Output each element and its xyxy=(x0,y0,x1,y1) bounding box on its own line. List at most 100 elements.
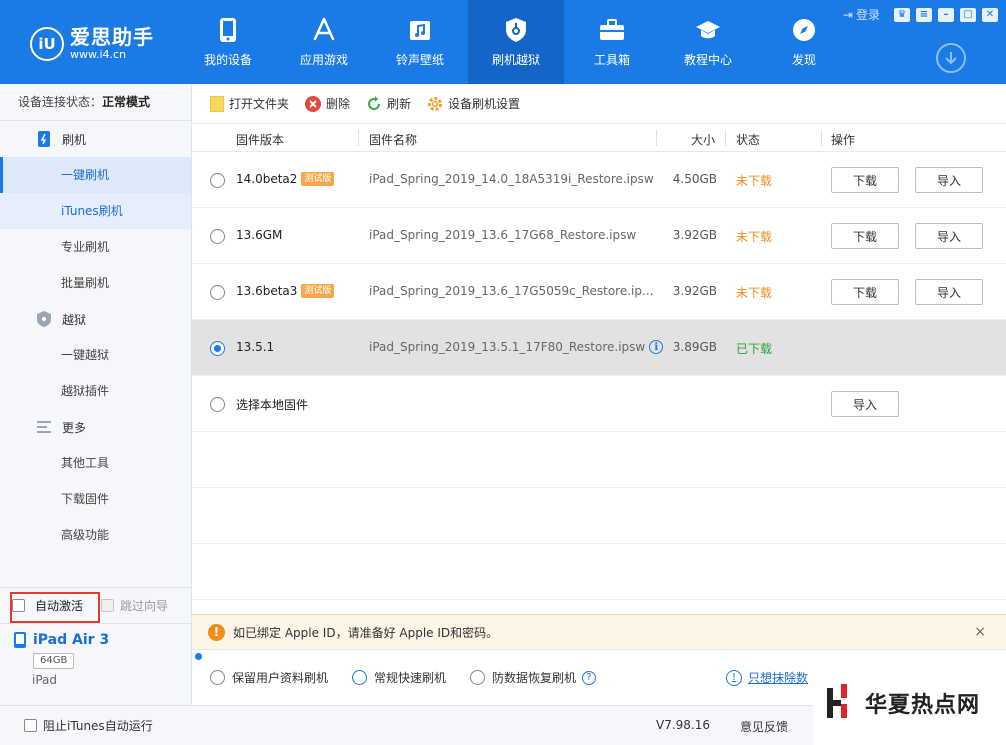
firmware-version: 13.5.1 xyxy=(236,340,275,354)
sidebar-item-jailbreak-plugins[interactable]: 越狱插件 xyxy=(0,373,191,409)
shield-icon xyxy=(503,17,529,43)
delete-icon xyxy=(305,95,322,112)
erase-only-link[interactable]: ! 只想抹除数 xyxy=(726,669,808,686)
menu-icon[interactable]: ≡ xyxy=(916,7,932,22)
sidebar-item-pro-flash[interactable]: 专业刷机 xyxy=(0,229,191,265)
minimize-icon[interactable]: – xyxy=(938,7,954,22)
firmware-version: 13.6beta3 xyxy=(236,284,298,298)
empty-rows xyxy=(192,432,1006,614)
device-name: iPad Air 3 xyxy=(33,632,110,648)
col-ops: 操作 xyxy=(831,133,856,147)
download-button[interactable]: 下载 xyxy=(831,167,899,193)
watermark-text: 华夏热点网 xyxy=(865,693,981,718)
firmware-name: iPad_Spring_2019_13.5.1_17F80_Restore.ip… xyxy=(369,340,646,354)
radio-anti-recovery[interactable] xyxy=(470,670,486,685)
open-folder-button[interactable]: 打开文件夹 xyxy=(210,95,289,112)
skip-guide-option[interactable]: 跳过向导 xyxy=(101,597,168,614)
skin-icon[interactable]: ♛ xyxy=(894,7,910,22)
sidebar-item-other-tools[interactable]: 其他工具 xyxy=(0,445,191,481)
highlight-box xyxy=(10,592,100,623)
firmware-radio[interactable] xyxy=(210,285,225,300)
mode-keep-data[interactable]: 保留用户资料刷机 xyxy=(210,669,328,686)
nav-my-device[interactable]: 我的设备 xyxy=(180,0,276,84)
help-icon[interactable]: ? xyxy=(582,670,597,685)
music-folder-icon xyxy=(407,17,433,43)
table-row-selected[interactable]: 13.5.1 iPad_Spring_2019_13.5.1_17F80_Res… xyxy=(192,320,1006,376)
local-firmware-radio[interactable] xyxy=(210,397,225,412)
toolbox-icon xyxy=(599,17,625,43)
refresh-button[interactable]: 刷新 xyxy=(366,95,411,112)
nav-toolbox[interactable]: 工具箱 xyxy=(564,0,660,84)
sidebar-group-flash[interactable]: 刷机 xyxy=(0,121,191,157)
firmware-radio[interactable] xyxy=(210,341,225,356)
apple-id-notice: ! 如已绑定 Apple ID，请准备好 Apple ID和密码。 × xyxy=(192,614,1006,649)
import-button[interactable]: 导入 xyxy=(915,167,983,193)
sidebar-group-jailbreak[interactable]: 越狱 xyxy=(0,301,191,337)
login-button[interactable]: ⇥ 登录 xyxy=(843,6,880,23)
login-icon: ⇥ xyxy=(842,7,853,22)
nav-discover[interactable]: 发现 xyxy=(756,0,852,84)
sidebar-item-advanced[interactable]: 高级功能 xyxy=(0,517,191,553)
table-row[interactable]: 13.6GM iPad_Spring_2019_13.6_17G68_Resto… xyxy=(192,208,1006,264)
app-title: 爱思助手 xyxy=(70,25,154,49)
firmware-name: iPad_Spring_2019_14.0_18A5319i_Restore.i… xyxy=(369,172,654,186)
block-itunes-checkbox[interactable] xyxy=(24,719,37,732)
notice-close-icon[interactable]: × xyxy=(974,624,986,640)
delete-button[interactable]: 删除 xyxy=(305,95,350,112)
sidebar-item-itunes-flash[interactable]: iTunes刷机 xyxy=(0,193,191,229)
warning-icon: ! xyxy=(208,623,225,641)
skip-guide-checkbox[interactable] xyxy=(101,599,115,612)
table-header: 固件版本 固件名称 大小 状态 操作 xyxy=(192,124,1006,152)
device-capacity-badge: 64GB xyxy=(33,653,75,669)
window-controls: ⇥ 登录 ♛ ≡ – □ ✕ xyxy=(843,6,998,23)
download-button[interactable]: 下载 xyxy=(831,223,899,249)
import-button[interactable]: 导入 xyxy=(915,279,983,305)
firmware-status: 未下载 xyxy=(736,174,773,188)
maximize-icon[interactable]: □ xyxy=(960,7,976,22)
import-button[interactable]: 导入 xyxy=(915,223,983,249)
sidebar-item-one-click-flash[interactable]: 一键刷机 xyxy=(0,157,191,193)
nav-flash-jailbreak[interactable]: 刷机越狱 xyxy=(468,0,564,84)
col-name: 固件名称 xyxy=(369,133,418,147)
main-nav: 我的设备 应用游戏 铃声壁纸 刷机越狱 工具箱 教程中心 发现 xyxy=(180,0,852,84)
logo-mark-icon: iU xyxy=(30,26,64,61)
firmware-status: 未下载 xyxy=(736,230,773,244)
table-row[interactable]: 13.6beta3 测试版 iPad_Spring_2019_13.6_17G50… xyxy=(192,264,1006,320)
app-url: www.i4.cn xyxy=(70,48,127,61)
firmware-size: 3.92GB xyxy=(672,228,717,242)
sidebar-group-more[interactable]: 更多 xyxy=(0,409,191,445)
device-info: iPad Air 3 64GB iPad xyxy=(0,623,191,705)
sidebar-item-one-click-jailbreak[interactable]: 一键越狱 xyxy=(0,337,191,373)
local-firmware-row[interactable]: 选择本地固件 导入 xyxy=(192,376,1006,432)
radio-quick-flash[interactable] xyxy=(352,670,368,685)
feedback-link[interactable]: 意见反馈 xyxy=(740,718,788,735)
info-circle-icon: ! xyxy=(726,669,742,686)
mode-anti-recovery[interactable]: 防数据恢复刷机 ? xyxy=(470,669,597,686)
jailbreak-icon xyxy=(36,311,52,327)
download-button[interactable]: 下载 xyxy=(831,279,899,305)
firmware-name: iPad_Spring_2019_13.6_17G5059c_Restore.i… xyxy=(369,284,654,298)
table-row[interactable]: 14.0beta2 测试版 iPad_Spring_2019_14.0_18A53… xyxy=(192,152,1006,208)
firmware-size: 4.50GB xyxy=(672,172,717,186)
graduation-cap-icon xyxy=(695,17,721,43)
nav-apps-games[interactable]: 应用游戏 xyxy=(276,0,372,84)
mode-quick-flash[interactable]: 常规快速刷机 xyxy=(352,669,446,686)
ipad-icon xyxy=(14,632,26,648)
app-logo: iU 爱思助手 www.i4.cn xyxy=(30,26,154,61)
sidebar-item-batch-flash[interactable]: 批量刷机 xyxy=(0,265,191,301)
nav-tutorials[interactable]: 教程中心 xyxy=(660,0,756,84)
sidebar-item-download-firmware[interactable]: 下载固件 xyxy=(0,481,191,517)
connection-status: 设备连接状态：正常模式 xyxy=(0,84,191,121)
close-icon[interactable]: ✕ xyxy=(982,7,998,22)
radio-keep-data[interactable] xyxy=(210,670,225,685)
main-panel: 打开文件夹 删除 刷新 设备刷机设置 固件版本 固件名称 大小 状态 操作 14… xyxy=(192,84,1006,705)
col-status: 状态 xyxy=(736,133,761,147)
firmware-radio[interactable] xyxy=(210,229,225,244)
flash-settings-button[interactable]: 设备刷机设置 xyxy=(427,95,520,112)
import-local-button[interactable]: 导入 xyxy=(831,391,899,417)
firmware-name: iPad_Spring_2019_13.6_17G68_Restore.ipsw xyxy=(369,228,637,242)
firmware-radio[interactable] xyxy=(210,173,225,188)
block-itunes-option[interactable]: 阻止iTunes自动运行 xyxy=(24,717,153,734)
download-manager-icon[interactable] xyxy=(936,43,966,73)
nav-ringtones[interactable]: 铃声壁纸 xyxy=(372,0,468,84)
